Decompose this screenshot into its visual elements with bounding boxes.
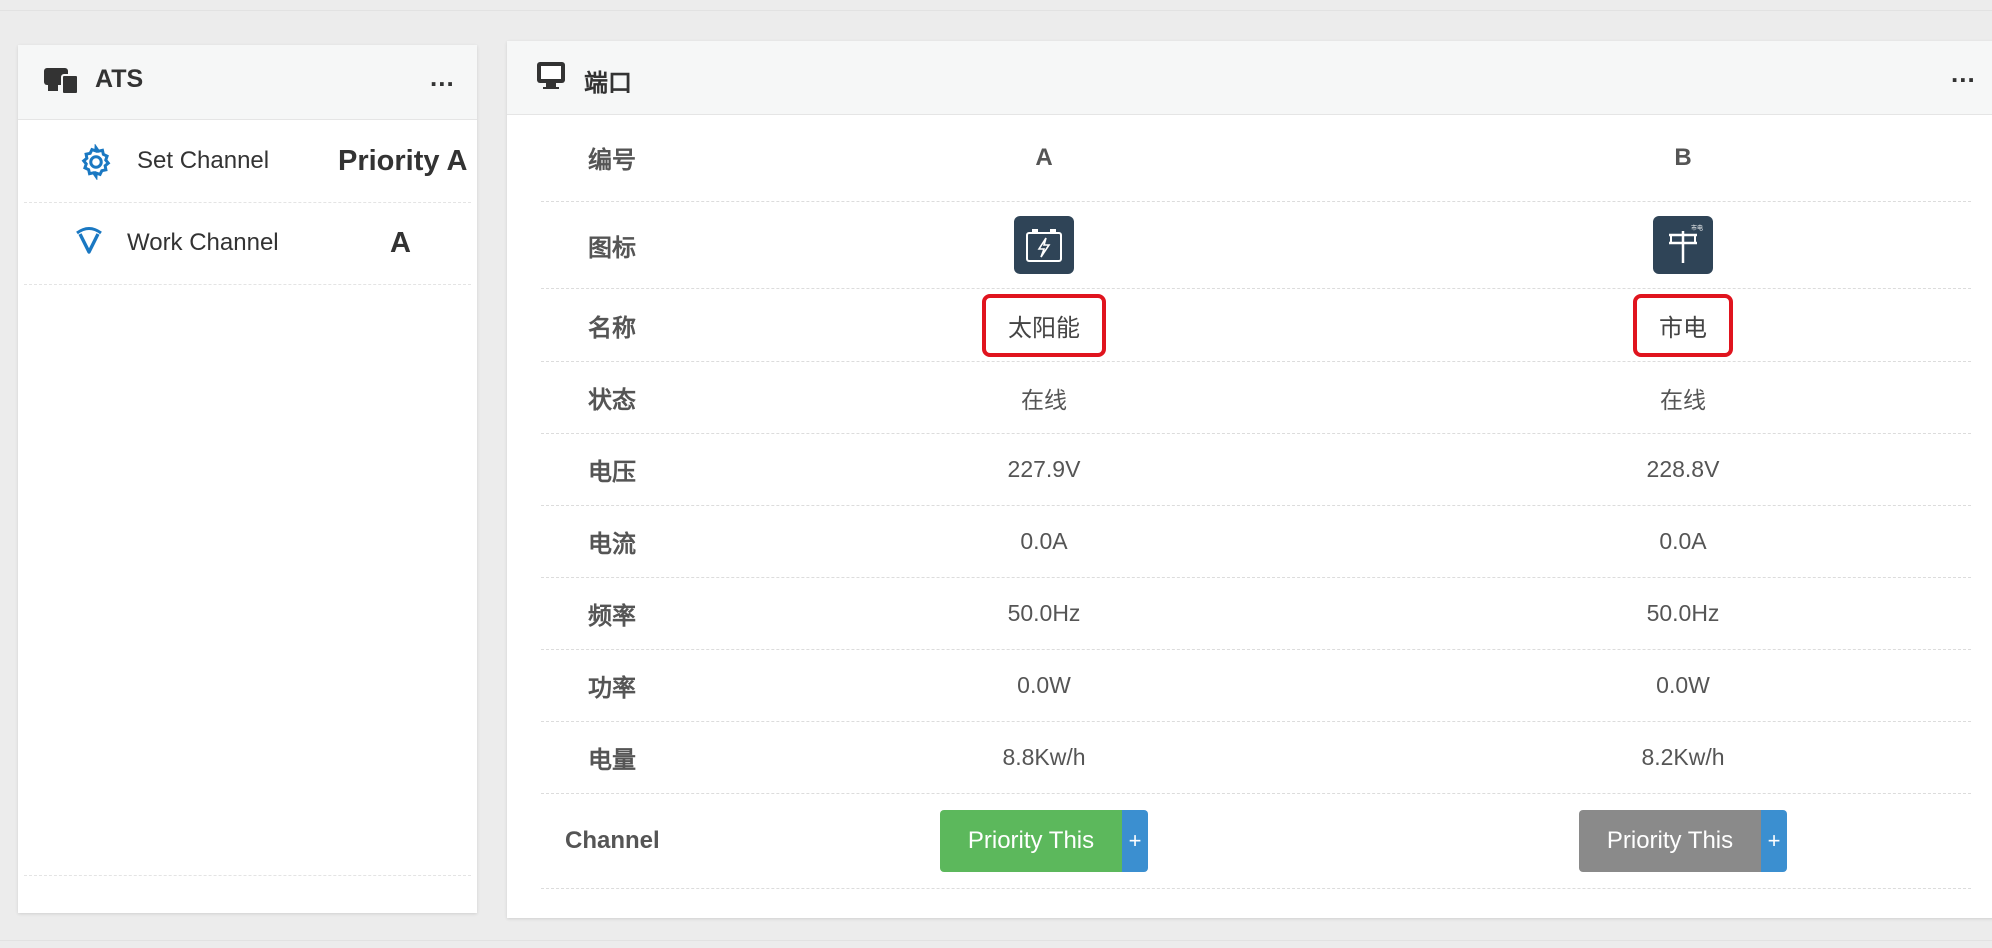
port-panel-title: 端口 [584, 70, 632, 97]
top-divider [0, 10, 1992, 11]
channel-cell-a: Priority This + [899, 794, 1189, 888]
header-port-b: B [1674, 143, 1692, 171]
header-port-a: A [1035, 143, 1053, 171]
ats-panel: ATS ... Set Channel Priority A Work Chan… [18, 45, 477, 913]
icon-row-label: 图标 [588, 234, 636, 262]
bottom-divider [0, 940, 1992, 941]
channel-row-label: Channel [565, 827, 660, 854]
devices-icon [44, 68, 79, 95]
work-channel-row: Work Channel A [24, 202, 471, 285]
value-b: 8.2Kw/h [1641, 744, 1725, 770]
ats-panel-header: ATS ... [18, 45, 477, 120]
value-b: 228.8V [1646, 456, 1720, 482]
priority-this-button-a[interactable]: Priority This [940, 810, 1122, 872]
work-channel-value: A [390, 227, 411, 259]
set-channel-row: Set Channel Priority A [24, 120, 471, 203]
row-label: 电压 [588, 459, 636, 486]
plus-button-b[interactable]: + [1761, 810, 1787, 872]
value-a: 0.0W [1017, 672, 1071, 698]
name-b[interactable]: 市电 [1633, 293, 1733, 357]
port-more-menu[interactable]: ... [1951, 58, 1976, 89]
name-a[interactable]: 太阳能 [982, 293, 1106, 357]
value-a: 8.8Kw/h [1002, 744, 1086, 770]
signal-icon [76, 227, 102, 254]
port-panel-header: 端口 ... [507, 41, 1992, 115]
channel-row: Channel Priority This + Priority This + [541, 794, 1971, 889]
ats-more-menu[interactable]: ... [430, 62, 455, 93]
row-label: 功率 [588, 675, 636, 702]
power-pole-icon: 市电 [1653, 216, 1713, 274]
set-channel-value: Priority A [338, 145, 468, 177]
value-a: 0.0A [1020, 528, 1068, 554]
row-label: 频率 [588, 603, 636, 630]
table-header-row: 编号 A B [541, 114, 1971, 202]
row-label: 电流 [588, 531, 636, 558]
value-a: 在线 [1021, 386, 1067, 413]
priority-button-group-b: Priority This + [1579, 810, 1787, 872]
channel-cell-b: Priority This + [1538, 794, 1828, 888]
monitor-icon [537, 62, 565, 89]
port-panel: 端口 ... 编号 A B 图标 市电 名称 太阳能 市电 状态 在线 在线 电… [507, 41, 1992, 918]
gear-icon [81, 144, 111, 180]
value-b: 0.0W [1656, 672, 1710, 698]
name-row: 名称 太阳能 市电 [541, 289, 1971, 362]
name-row-label: 名称 [588, 314, 636, 342]
priority-button-group-a: Priority This + [940, 810, 1148, 872]
work-channel-label: Work Channel [127, 229, 279, 256]
table-row: 功率 0.0W 0.0W [541, 650, 1971, 722]
port-table: 编号 A B 图标 市电 名称 太阳能 市电 状态 在线 在线 电压 227.9… [541, 114, 1971, 889]
value-a: 50.0Hz [1007, 600, 1081, 626]
ats-panel-divider [24, 875, 471, 876]
set-channel-label: Set Channel [137, 147, 270, 174]
icon-cell-b: 市电 [1538, 202, 1828, 288]
row-label: 电量 [588, 747, 636, 774]
power-pole-icon-text: 市电 [1691, 224, 1703, 232]
priority-this-button-b[interactable]: Priority This [1579, 810, 1761, 872]
plus-button-a[interactable]: + [1122, 810, 1148, 872]
table-row: 电量 8.8Kw/h 8.2Kw/h [541, 722, 1971, 794]
table-row: 状态 在线 在线 [541, 362, 1971, 434]
value-rows: 状态 在线 在线电压 227.9V 228.8V 电流 0.0A 0.0A 频率 50.0Hz 50… [541, 362, 1971, 794]
table-row: 频率 50.0Hz 50.0Hz [541, 578, 1971, 650]
name-cell-a: 太阳能 [899, 289, 1189, 361]
value-a: 227.9V [1007, 456, 1081, 482]
table-row: 电流 0.0A 0.0A [541, 506, 1971, 578]
table-row: 电压 227.9V 228.8V [541, 434, 1971, 506]
value-b: 在线 [1660, 386, 1706, 413]
ats-panel-title: ATS [95, 65, 144, 93]
value-b: 50.0Hz [1646, 600, 1720, 626]
name-cell-b: 市电 [1538, 289, 1828, 361]
icon-row: 图标 市电 [541, 202, 1971, 289]
icon-cell-a [899, 202, 1189, 288]
value-b: 0.0A [1659, 528, 1707, 554]
battery-solar-icon [1014, 216, 1074, 274]
row-label: 状态 [588, 387, 636, 414]
header-label: 编号 [588, 147, 636, 174]
